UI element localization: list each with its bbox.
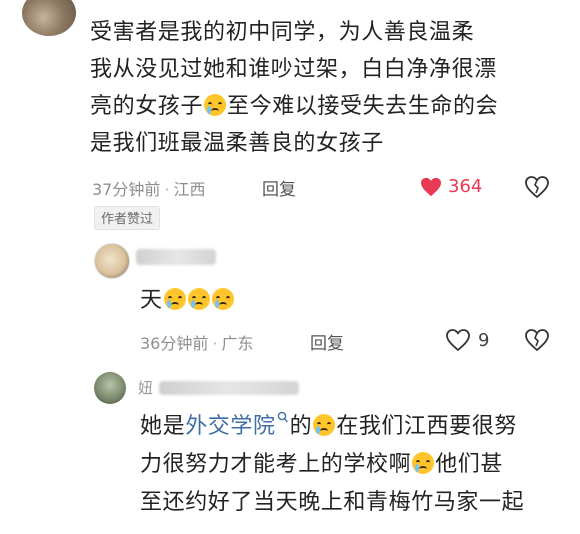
crying-face-emoji: [187, 288, 210, 310]
reply-time: 36分钟前: [140, 334, 209, 353]
heart-outline-icon: [446, 329, 470, 351]
crying-face-emoji: [204, 94, 227, 116]
dislike-icon[interactable]: [525, 329, 549, 351]
comment-line-part: 力很努力才能考上的学校啊: [140, 452, 412, 477]
comment-text: 受害者是我的初中同学，为人善良温柔 我从没见过她和谁吵过架，白白净净很漂 亮的女…: [90, 14, 560, 162]
search-hint-icon[interactable]: [277, 411, 289, 425]
comment-line-part: 亮的女孩子: [90, 94, 204, 119]
comment-line-part: 他们甚: [435, 452, 504, 477]
search-link[interactable]: 外交学院: [185, 414, 275, 439]
comment-line: 亮的女孩子 至今难以接受失去生命的会: [90, 88, 560, 125]
comment-meta: 37分钟前 · 江西: [92, 180, 206, 199]
comment-line: 她是外交学院的在我们江西要很努: [140, 408, 524, 446]
comment-line: 至还约好了当天晚上和青梅竹马家一起: [140, 490, 525, 515]
like-count: 9: [478, 329, 490, 351]
crying-face-emoji: [163, 288, 186, 310]
comment-line: 我从没见过她和谁吵过架，白白净净很漂: [90, 57, 497, 82]
reply-location: 广东: [221, 334, 254, 353]
avatar[interactable]: [94, 243, 130, 279]
reply-text-part: 天: [140, 288, 163, 313]
like-count: 364: [448, 176, 483, 197]
crying-face-emoji: [211, 288, 234, 310]
avatar[interactable]: [22, 0, 76, 36]
comment-line-part: 的: [289, 414, 313, 439]
username[interactable]: 妞: [138, 377, 300, 398]
comment-line-part: 她是: [140, 414, 186, 439]
reply-button[interactable]: 回复: [310, 329, 344, 354]
comment-line: 力很努力才能考上的学校啊 他们甚: [140, 446, 524, 484]
comment-line: 是我们班最温柔善良的女孩子: [90, 131, 384, 156]
comment-line-part: 在我们江西要很努: [336, 414, 518, 439]
author-liked-badge: 作者赞过: [94, 206, 161, 230]
avatar[interactable]: [94, 372, 126, 404]
like-button[interactable]: 9: [446, 329, 489, 351]
crying-face-emoji: [412, 452, 435, 474]
reply-meta: 36分钟前 · 广东: [140, 334, 254, 353]
comment-line-part: 至今难以接受失去生命的会: [227, 94, 499, 119]
comment-line: 受害者是我的初中同学，为人善良温柔: [90, 20, 475, 45]
comment-text: 她是外交学院的在我们江西要很努 力很努力才能考上的学校啊 他们甚 至还约好了当天晚…: [140, 408, 524, 522]
comment-location: 江西: [173, 180, 206, 199]
comment-time: 37分钟前: [92, 180, 161, 199]
username-prefix: 妞: [138, 379, 154, 397]
reply-button[interactable]: 回复: [262, 175, 296, 200]
like-button[interactable]: 364: [420, 176, 482, 197]
heart-filled-icon: [421, 177, 441, 196]
reply-text: 天: [140, 282, 235, 320]
crying-face-emoji: [313, 414, 336, 436]
dislike-icon[interactable]: [525, 176, 549, 198]
username-blurred: [159, 380, 300, 395]
username[interactable]: [136, 249, 216, 265]
